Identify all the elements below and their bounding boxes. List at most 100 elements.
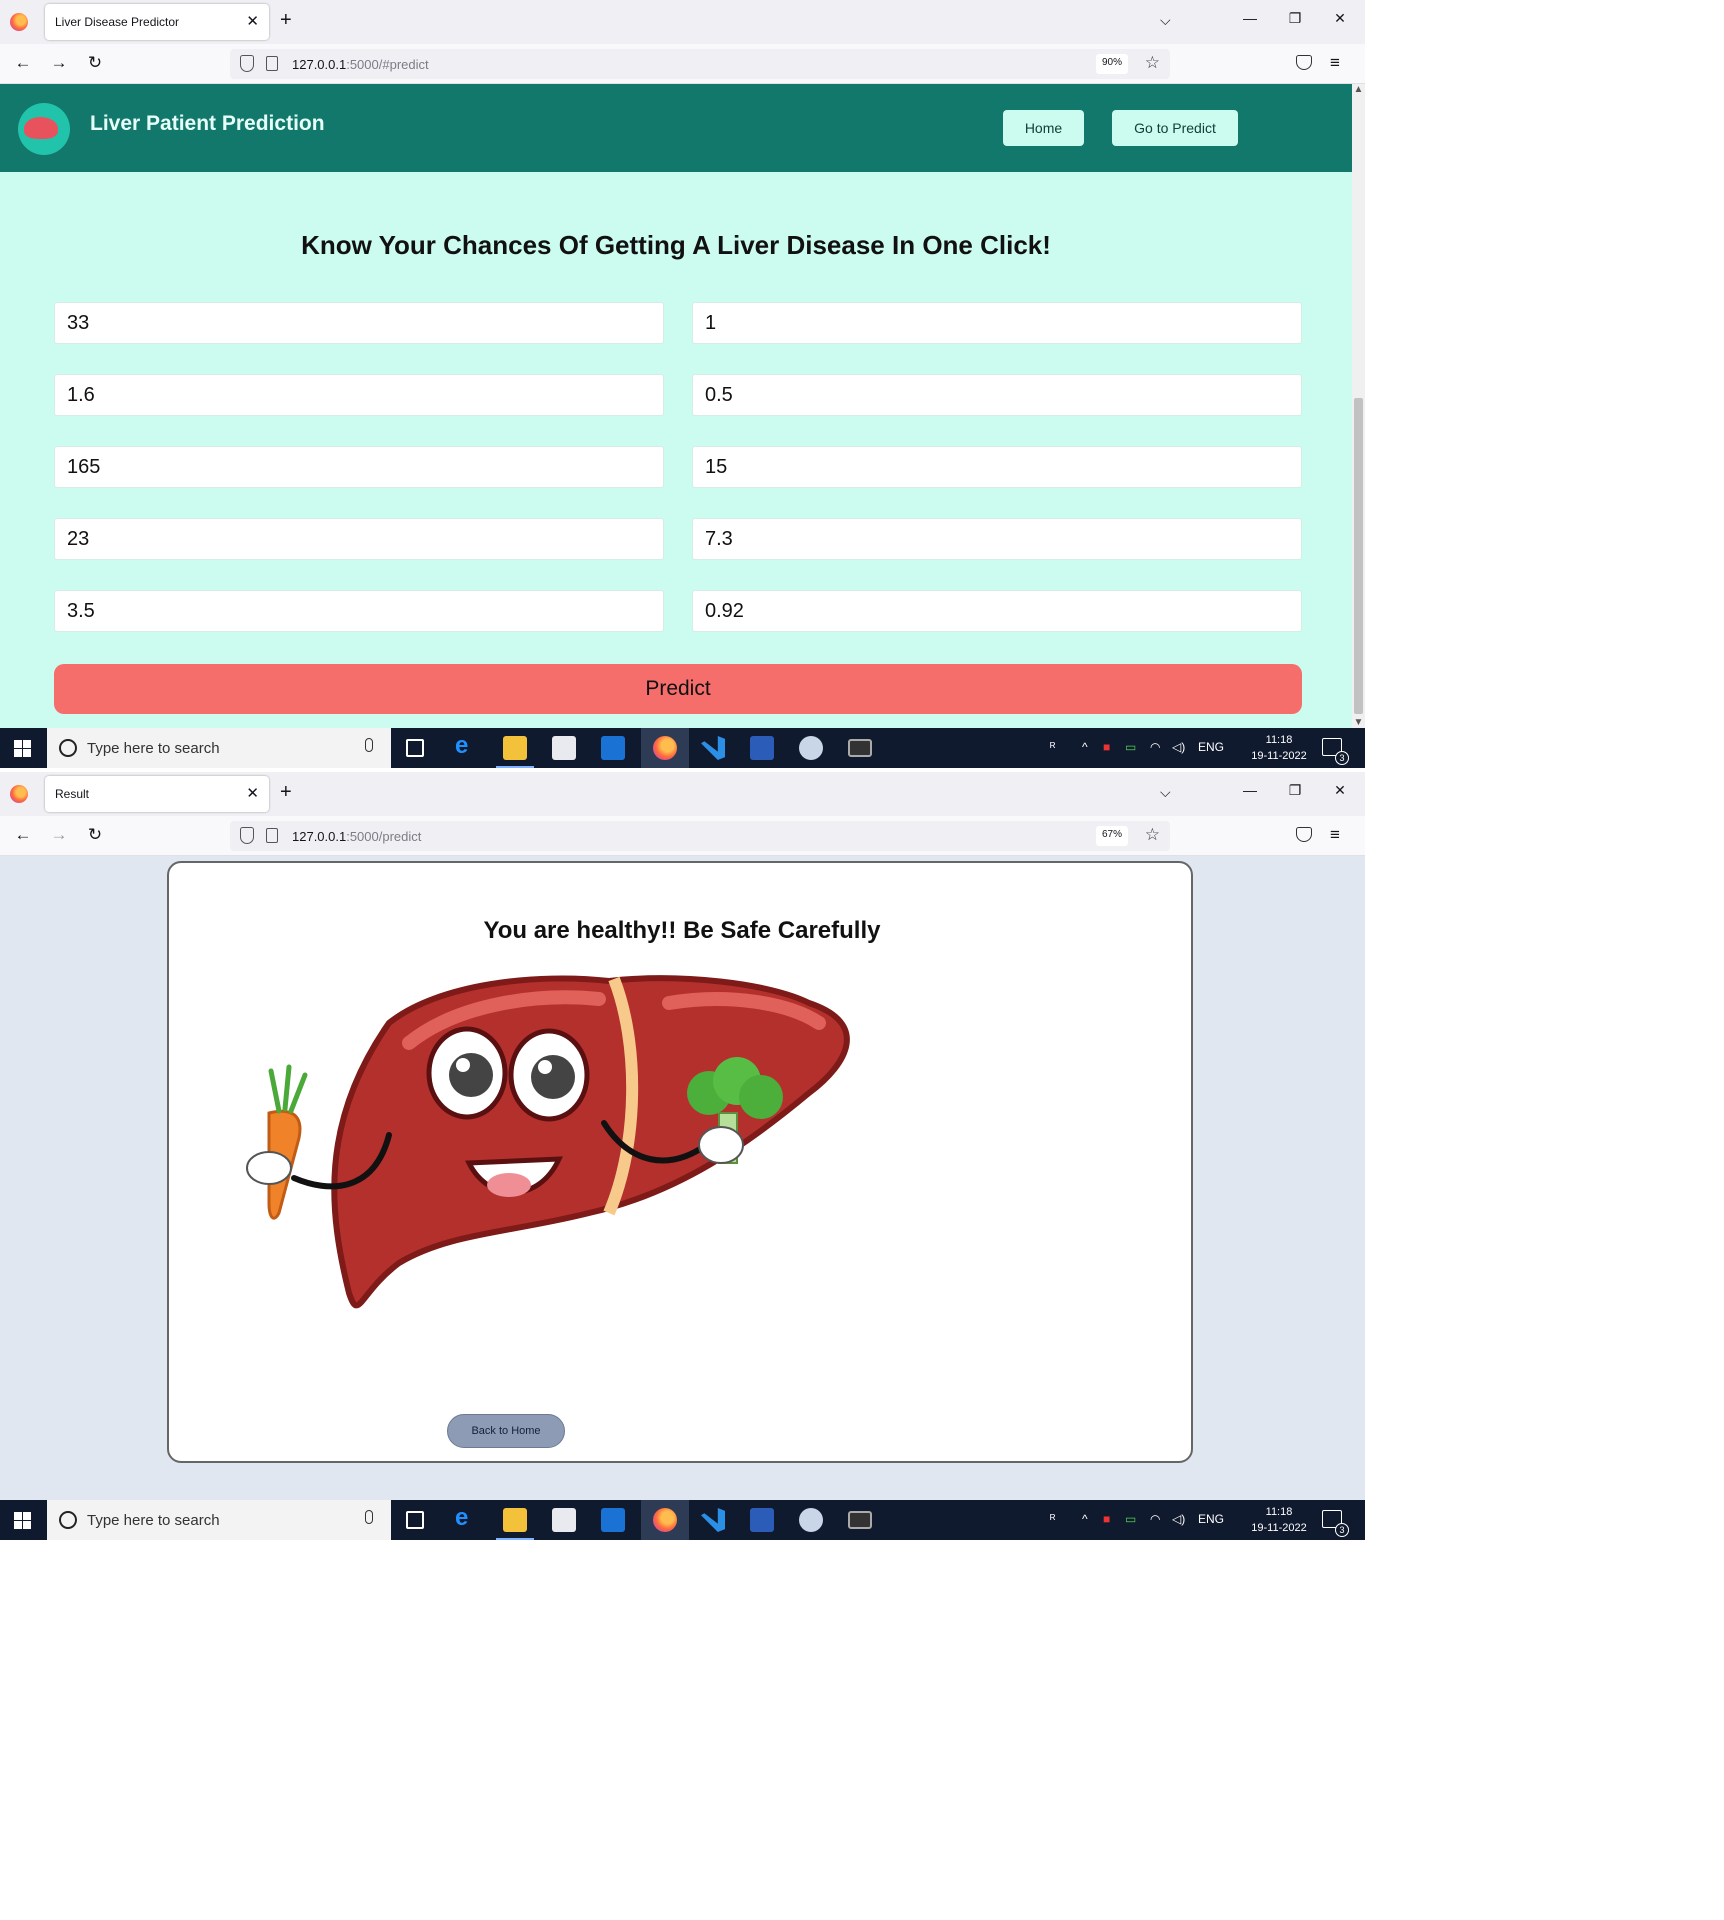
- hamburger-menu-icon[interactable]: ≡: [1330, 53, 1340, 73]
- people-icon[interactable]: ᴿ: [1050, 740, 1055, 754]
- input-field-1[interactable]: [54, 302, 664, 344]
- microphone-icon[interactable]: [365, 738, 373, 752]
- close-window-icon[interactable]: ✕: [1330, 782, 1350, 799]
- tab-list-chevron-icon[interactable]: ⌵: [1160, 12, 1171, 29]
- pocket-icon[interactable]: [1296, 55, 1312, 70]
- predict-button[interactable]: Predict: [54, 664, 1302, 714]
- paint-icon[interactable]: [799, 736, 823, 760]
- store-icon[interactable]: [552, 736, 576, 760]
- minimize-icon[interactable]: —: [1240, 782, 1260, 798]
- firefox-taskbar-icon[interactable]: [653, 736, 677, 760]
- zoom-level[interactable]: 67%: [1095, 826, 1128, 846]
- people-icon[interactable]: ᴿ: [1050, 1512, 1055, 1526]
- input-field-2[interactable]: [692, 302, 1302, 344]
- microphone-icon[interactable]: [365, 1510, 373, 1524]
- reload-icon[interactable]: ↻: [84, 825, 106, 845]
- battery-icon[interactable]: ▭: [1125, 1512, 1136, 1526]
- clock[interactable]: 11:18 19-11-2022: [1245, 1504, 1313, 1536]
- show-hidden-icons-icon[interactable]: ^: [1082, 1512, 1088, 1526]
- url-bar[interactable]: 127.0.0.1:5000/predict 67% ☆: [230, 821, 1170, 851]
- volume-icon[interactable]: ◁): [1172, 1512, 1185, 1526]
- input-field-7[interactable]: [54, 518, 664, 560]
- back-icon[interactable]: ←: [12, 53, 34, 73]
- zoom-level[interactable]: 90%: [1095, 54, 1128, 74]
- scroll-down-icon[interactable]: ▼: [1352, 717, 1365, 728]
- restore-icon[interactable]: ❐: [1285, 10, 1305, 27]
- new-tab-icon[interactable]: +: [280, 781, 292, 804]
- security-icon[interactable]: ■: [1103, 1512, 1110, 1526]
- browser-tab[interactable]: Result ✕: [45, 776, 269, 812]
- task-view-icon[interactable]: [406, 1511, 424, 1529]
- pocket-icon[interactable]: [1296, 827, 1312, 842]
- volume-icon[interactable]: ◁): [1172, 740, 1185, 754]
- terminal-icon[interactable]: [848, 1511, 872, 1529]
- security-icon[interactable]: ■: [1103, 740, 1110, 754]
- close-window-icon[interactable]: ✕: [1330, 10, 1350, 27]
- windows-start-icon[interactable]: [14, 1512, 31, 1529]
- minimize-icon[interactable]: —: [1240, 10, 1260, 26]
- new-tab-icon[interactable]: +: [280, 9, 292, 32]
- hamburger-menu-icon[interactable]: ≡: [1330, 825, 1340, 845]
- go-to-predict-button[interactable]: Go to Predict: [1112, 110, 1238, 146]
- site-header: Liver Patient Prediction Home Go to Pred…: [0, 84, 1352, 172]
- clock-time: 11:18: [1265, 734, 1293, 746]
- forward-icon[interactable]: →: [48, 53, 70, 73]
- home-button[interactable]: Home: [1003, 110, 1084, 146]
- shield-icon[interactable]: [240, 55, 254, 72]
- word-icon[interactable]: [750, 1508, 774, 1532]
- input-field-4[interactable]: [692, 374, 1302, 416]
- forward-icon[interactable]: →: [48, 825, 70, 845]
- clock[interactable]: 11:18 19-11-2022: [1245, 732, 1313, 764]
- back-to-home-button[interactable]: Back to Home: [447, 1414, 565, 1448]
- clock-date: 19-11-2022: [1251, 1522, 1307, 1534]
- vscode-icon[interactable]: [701, 736, 725, 760]
- language-indicator[interactable]: ENG: [1198, 1512, 1224, 1526]
- file-explorer-icon[interactable]: [503, 1508, 527, 1532]
- mail-icon[interactable]: [601, 736, 625, 760]
- paint-icon[interactable]: [799, 1508, 823, 1532]
- input-field-6[interactable]: [692, 446, 1302, 488]
- taskbar-search[interactable]: Type here to search: [47, 728, 391, 768]
- notification-count: 3: [1335, 1523, 1349, 1537]
- input-field-9[interactable]: [54, 590, 664, 632]
- nav-bar: ← → ↻ 127.0.0.1:5000/predict 67% ☆ ≡: [0, 816, 1365, 856]
- word-icon[interactable]: [750, 736, 774, 760]
- page-info-icon[interactable]: [266, 56, 278, 71]
- bookmark-star-icon[interactable]: ☆: [1145, 53, 1160, 73]
- language-indicator[interactable]: ENG: [1198, 740, 1224, 754]
- close-tab-icon[interactable]: ✕: [246, 12, 259, 30]
- page-info-icon[interactable]: [266, 828, 278, 843]
- shield-icon[interactable]: [240, 827, 254, 844]
- task-view-icon[interactable]: [406, 739, 424, 757]
- wifi-icon[interactable]: ◠: [1150, 1512, 1160, 1526]
- store-icon[interactable]: [552, 1508, 576, 1532]
- scrollbar[interactable]: ▲ ▼: [1352, 84, 1365, 728]
- input-field-3[interactable]: [54, 374, 664, 416]
- browser-tab[interactable]: Liver Disease Predictor ✕: [45, 4, 269, 40]
- taskbar-search[interactable]: Type here to search: [47, 1500, 391, 1540]
- bookmark-star-icon[interactable]: ☆: [1145, 825, 1160, 845]
- input-field-5[interactable]: [54, 446, 664, 488]
- scroll-thumb[interactable]: [1354, 398, 1363, 714]
- close-tab-icon[interactable]: ✕: [246, 784, 259, 802]
- wifi-icon[interactable]: ◠: [1150, 740, 1160, 754]
- scroll-up-icon[interactable]: ▲: [1352, 84, 1365, 95]
- show-hidden-icons-icon[interactable]: ^: [1082, 740, 1088, 754]
- mail-icon[interactable]: [601, 1508, 625, 1532]
- firefox-taskbar-icon[interactable]: [653, 1508, 677, 1532]
- windows-start-icon[interactable]: [14, 740, 31, 757]
- input-field-8[interactable]: [692, 518, 1302, 560]
- url-bar[interactable]: 127.0.0.1:5000/#predict 90% ☆: [230, 49, 1170, 79]
- tab-list-chevron-icon[interactable]: ⌵: [1160, 784, 1171, 801]
- back-icon[interactable]: ←: [12, 825, 34, 845]
- edge-icon[interactable]: e: [455, 732, 479, 759]
- form-title: Know Your Chances Of Getting A Liver Dis…: [301, 230, 1051, 260]
- battery-icon[interactable]: ▭: [1125, 740, 1136, 754]
- file-explorer-icon[interactable]: [503, 736, 527, 760]
- restore-icon[interactable]: ❐: [1285, 782, 1305, 799]
- input-field-10[interactable]: [692, 590, 1302, 632]
- edge-icon[interactable]: e: [455, 1504, 479, 1531]
- terminal-icon[interactable]: [848, 739, 872, 757]
- reload-icon[interactable]: ↻: [84, 53, 106, 73]
- vscode-icon[interactable]: [701, 1508, 725, 1532]
